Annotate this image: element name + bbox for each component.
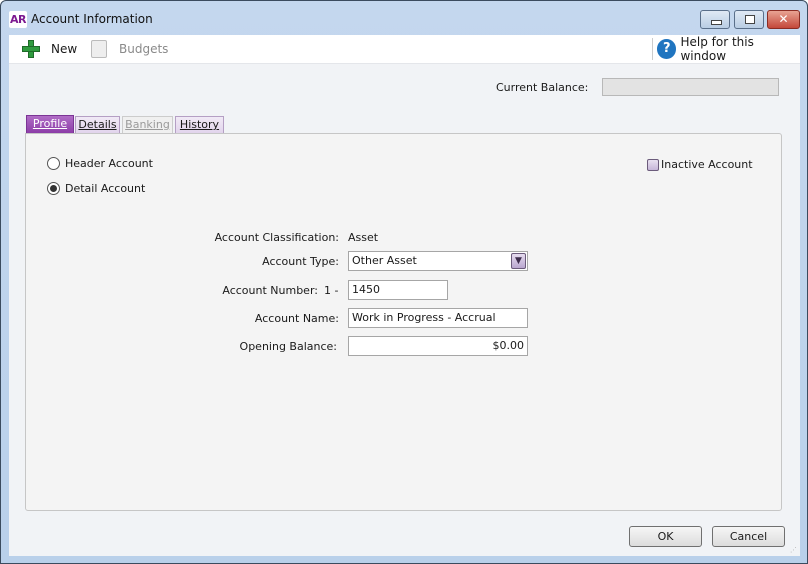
inactive-account-checkbox[interactable]: Inactive Account <box>647 158 753 171</box>
help-label: Help for this window <box>680 35 754 63</box>
app-logo-icon: AR <box>9 11 27 28</box>
tab-banking: Banking <box>122 116 173 133</box>
budgets-icon <box>91 40 107 58</box>
chevron-down-icon[interactable]: ▼ <box>511 253 526 269</box>
maximize-icon <box>745 15 755 24</box>
account-number-input[interactable]: 1450 <box>348 280 448 300</box>
budgets-button[interactable]: Budgets <box>91 39 168 59</box>
budgets-label: Budgets <box>119 42 169 56</box>
current-balance-field <box>602 78 779 96</box>
new-label: New <box>51 42 78 56</box>
maximize-button[interactable] <box>734 10 764 29</box>
new-button[interactable]: New <box>21 39 77 59</box>
minimize-icon <box>711 20 722 25</box>
opening-balance-input[interactable]: $0.00 <box>348 336 528 356</box>
resize-grip-icon[interactable]: ⋰ <box>790 546 798 554</box>
account-classification-value: Asset <box>348 231 379 244</box>
plus-icon <box>21 39 41 59</box>
account-name-input[interactable]: Work in Progress - Accrual <box>348 308 528 328</box>
window-client-area: New Budgets ? Help for this window Curre… <box>9 35 800 556</box>
inactive-account-label: Inactive Account <box>661 158 753 171</box>
header-account-radio[interactable]: Header Account <box>47 157 153 170</box>
close-icon: ✕ <box>778 12 789 26</box>
header-account-label: Header Account <box>65 157 153 170</box>
title-bar[interactable]: AR Account Information ✕ <box>1 1 807 35</box>
opening-balance-label: Opening Balance: <box>239 340 337 353</box>
account-number-label: Account Number: <box>222 284 318 297</box>
detail-account-label: Detail Account <box>65 182 146 195</box>
help-button[interactable]: ? Help for this window <box>657 35 800 63</box>
cancel-button[interactable]: Cancel <box>712 526 785 547</box>
window-title: Account Information <box>31 12 153 26</box>
tab-history[interactable]: History <box>175 116 224 133</box>
ok-button[interactable]: OK <box>629 526 702 547</box>
account-classification-label: Account Classification: <box>214 231 339 244</box>
detail-account-radio[interactable]: Detail Account <box>47 182 145 195</box>
profile-panel: Header Account Detail Account Inactive A… <box>25 133 782 511</box>
checkbox-icon <box>647 158 659 171</box>
help-icon: ? <box>657 39 677 59</box>
current-balance-label: Current Balance: <box>496 81 589 94</box>
minimize-button[interactable] <box>700 10 730 29</box>
toolbar-separator <box>652 38 653 60</box>
account-information-window: AR Account Information ✕ New Budgets ? H… <box>0 0 808 564</box>
radio-unchecked-icon <box>47 157 60 170</box>
toolbar: New Budgets ? Help for this window <box>9 35 800 64</box>
tab-details[interactable]: Details <box>75 116 120 133</box>
account-type-select[interactable]: Other Asset ▼ <box>348 251 528 271</box>
close-button[interactable]: ✕ <box>767 10 800 29</box>
account-number-prefix: 1 - <box>324 284 339 297</box>
radio-checked-icon <box>47 182 60 195</box>
account-type-label: Account Type: <box>262 255 339 268</box>
account-type-value: Other Asset <box>352 254 417 267</box>
account-name-label: Account Name: <box>254 312 339 325</box>
tab-profile[interactable]: Profile <box>26 115 74 134</box>
